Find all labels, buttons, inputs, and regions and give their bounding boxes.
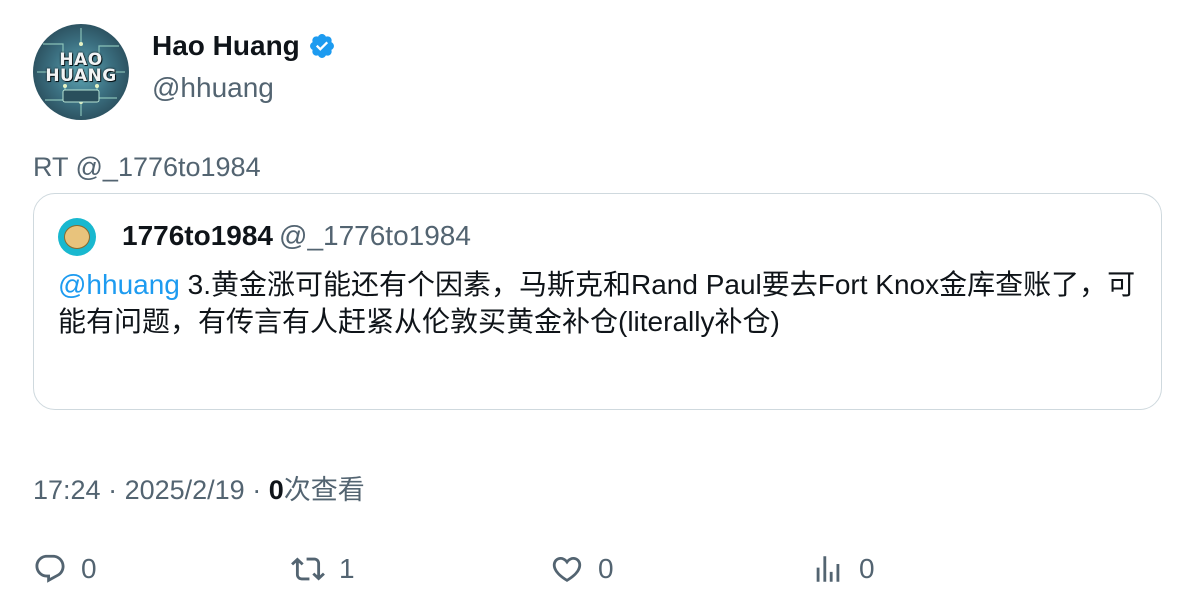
avatar-logo-text: HAO HUANG	[45, 50, 117, 86]
meta-separator: ·	[100, 475, 125, 505]
quoted-author-header: 1776to1984 @_1776to1984	[122, 220, 471, 252]
tweet-date[interactable]: 2025/2/19	[125, 475, 245, 505]
tweet-time[interactable]: 17:24	[33, 475, 101, 505]
retweet-label: RT @_1776to1984	[33, 152, 261, 182]
quoted-author-handle: @_1776to1984	[279, 220, 471, 251]
reply-button[interactable]: 0	[33, 552, 97, 586]
retweet-icon	[291, 557, 325, 581]
quoted-author-avatar[interactable]	[58, 218, 96, 256]
tweet-meta: 17:24 · 2025/2/19 · 0次查看	[33, 468, 365, 507]
quoted-tweet-body: 3.黄金涨可能还有个因素，马斯克和Rand Paul要去Fort Knox金库查…	[58, 269, 1136, 337]
like-button[interactable]: 0	[550, 552, 614, 586]
action-bar: 0 1 0 0	[33, 552, 1162, 592]
quoted-tweet-card[interactable]: 1776to1984 @_1776to1984 @hhuang 3.黄金涨可能还有…	[33, 193, 1162, 410]
views-count: 0	[268, 475, 284, 505]
verified-badge-icon	[309, 34, 334, 58]
reply-count: 0	[81, 553, 97, 584]
retweet-count: 1	[339, 553, 355, 584]
retweet-button[interactable]: 1	[291, 552, 355, 586]
author-name-row: Hao Huang	[152, 30, 336, 62]
reply-icon	[35, 554, 65, 583]
author-handle[interactable]: @hhuang	[152, 72, 274, 104]
mention-link[interactable]: @hhuang	[58, 269, 180, 300]
author-avatar[interactable]: HAO HUANG	[33, 24, 129, 120]
quoted-author-name: 1776to1984	[122, 220, 274, 251]
quoted-tweet-text: @hhuang 3.黄金涨可能还有个因素，马斯克和Rand Paul要去Fort…	[58, 266, 1138, 340]
views-action-count: 0	[859, 553, 875, 584]
meta-separator: ·	[244, 475, 269, 505]
avatar-face-icon	[64, 225, 90, 249]
views-button[interactable]: 0	[811, 552, 875, 586]
like-count: 0	[598, 553, 614, 584]
views-label: 次查看	[283, 475, 365, 505]
heart-icon	[552, 556, 582, 582]
analytics-icon	[816, 556, 840, 582]
author-display-name[interactable]: Hao Huang	[152, 30, 300, 62]
